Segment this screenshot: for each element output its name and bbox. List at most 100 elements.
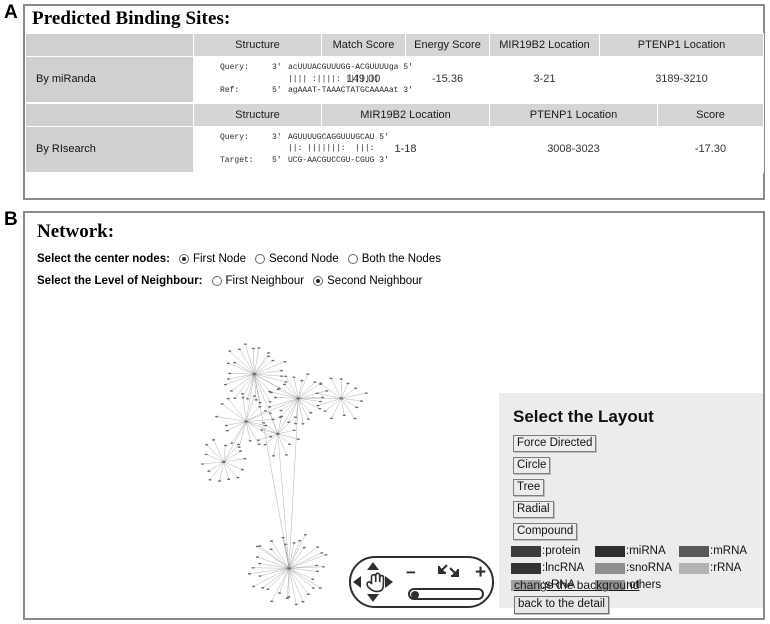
graph-node[interactable] — [233, 397, 237, 399]
graph-node[interactable] — [339, 378, 343, 380]
graph-node[interactable] — [228, 350, 232, 352]
graph-node[interactable] — [316, 546, 320, 548]
graph-node[interactable] — [354, 387, 358, 389]
graph-node[interactable] — [267, 355, 271, 358]
layout-button-compound[interactable]: Compound — [513, 523, 578, 540]
graph-node[interactable] — [261, 586, 265, 589]
graph-node[interactable] — [329, 377, 333, 380]
graph-node[interactable] — [266, 588, 270, 591]
graph-node[interactable] — [227, 478, 231, 480]
graph-node[interactable] — [316, 404, 320, 407]
radio-both-nodes-icon[interactable] — [347, 254, 358, 264]
graph-node[interactable] — [268, 390, 272, 393]
graph-node[interactable] — [237, 443, 241, 446]
graph-node[interactable] — [306, 418, 310, 420]
graph-node[interactable] — [258, 575, 262, 577]
graph-node[interactable] — [303, 533, 307, 536]
graph-node[interactable] — [280, 375, 284, 377]
zoom-slider[interactable] — [408, 588, 484, 600]
graph-node[interactable] — [271, 455, 276, 457]
graph-node[interactable] — [311, 587, 315, 589]
graph-node[interactable] — [309, 411, 313, 414]
graph-node[interactable] — [300, 379, 304, 382]
graph-node[interactable] — [364, 392, 368, 394]
graph-node[interactable] — [228, 372, 232, 375]
layout-button-radial[interactable]: Radial — [513, 501, 554, 518]
graph-node[interactable] — [294, 422, 298, 425]
radio-both-nodes[interactable]: Both the Nodes — [347, 253, 441, 265]
graph-node[interactable] — [301, 423, 305, 425]
graph-node[interactable] — [223, 383, 228, 386]
graph-node[interactable] — [321, 396, 325, 399]
graph-node[interactable] — [258, 401, 262, 404]
graph-node[interactable] — [256, 439, 260, 441]
graph-node[interactable] — [237, 348, 241, 351]
graph-node[interactable] — [284, 543, 288, 546]
graph-node[interactable] — [240, 393, 245, 395]
graph-node[interactable] — [215, 415, 219, 418]
graph-node[interactable] — [257, 443, 261, 446]
graph-node[interactable] — [257, 347, 261, 349]
layout-button-circle[interactable]: Circle — [513, 457, 551, 474]
graph-node[interactable] — [315, 392, 319, 395]
graph-node[interactable] — [292, 376, 296, 379]
graph-node[interactable] — [226, 362, 230, 365]
graph-node[interactable] — [263, 443, 267, 446]
graph-node[interactable] — [296, 397, 301, 400]
graph-node[interactable] — [273, 396, 278, 399]
graph-node[interactable] — [279, 409, 283, 412]
graph-node[interactable] — [283, 360, 287, 363]
graph-node[interactable] — [245, 397, 250, 400]
graph-node[interactable] — [318, 407, 322, 410]
graph-node[interactable] — [281, 536, 285, 539]
layout-button-force-directed[interactable]: Force Directed — [513, 435, 597, 452]
back-to-detail-button[interactable]: back to the detail — [514, 596, 609, 614]
graph-node[interactable] — [266, 352, 271, 354]
graph-node[interactable] — [355, 406, 359, 409]
graph-node[interactable] — [254, 399, 258, 401]
graph-node[interactable] — [224, 424, 228, 427]
graph-node[interactable] — [311, 578, 315, 581]
graph-node[interactable] — [271, 359, 275, 362]
graph-node[interactable] — [292, 429, 296, 432]
graph-node[interactable] — [241, 396, 245, 399]
graph-node[interactable] — [268, 412, 272, 414]
graph-node[interactable] — [323, 410, 327, 412]
change-background-link[interactable]: change the background — [514, 578, 639, 592]
graph-node[interactable] — [306, 593, 310, 595]
graph-node[interactable] — [252, 395, 257, 397]
graph-node[interactable] — [315, 570, 319, 573]
graph-node[interactable] — [287, 567, 291, 570]
radio-second-neighbour[interactable]: Second Neighbour — [313, 275, 422, 287]
graph-node[interactable] — [238, 450, 243, 452]
graph-node[interactable] — [260, 429, 264, 431]
graph-node[interactable] — [226, 378, 231, 380]
graph-node[interactable] — [221, 460, 226, 463]
zoom-slider-knob[interactable] — [411, 591, 419, 599]
graph-node[interactable] — [205, 444, 209, 446]
graph-node[interactable] — [301, 600, 305, 603]
graph-node[interactable] — [288, 443, 292, 446]
graph-node[interactable] — [315, 564, 319, 567]
graph-node[interactable] — [353, 417, 357, 420]
graph-node[interactable] — [320, 552, 324, 554]
graph-node[interactable] — [279, 369, 283, 372]
graph-node[interactable] — [251, 566, 255, 569]
graph-node[interactable] — [269, 435, 273, 438]
graph-node[interactable] — [296, 438, 300, 440]
graph-node[interactable] — [208, 478, 212, 481]
graph-node[interactable] — [279, 415, 284, 418]
graph-node[interactable] — [251, 585, 256, 588]
graph-node[interactable] — [247, 572, 252, 575]
graph-node[interactable] — [223, 444, 228, 447]
graph-node[interactable] — [294, 603, 298, 606]
graph-node[interactable] — [212, 439, 216, 441]
graph-node[interactable] — [324, 553, 328, 556]
graph-node[interactable] — [252, 373, 257, 376]
graph-node[interactable] — [298, 539, 302, 542]
graph-node[interactable] — [243, 457, 247, 460]
graph-node[interactable] — [207, 470, 211, 472]
radio-second-node-icon[interactable] — [254, 254, 265, 264]
graph-node[interactable] — [318, 587, 322, 589]
graph-node[interactable] — [321, 565, 325, 568]
